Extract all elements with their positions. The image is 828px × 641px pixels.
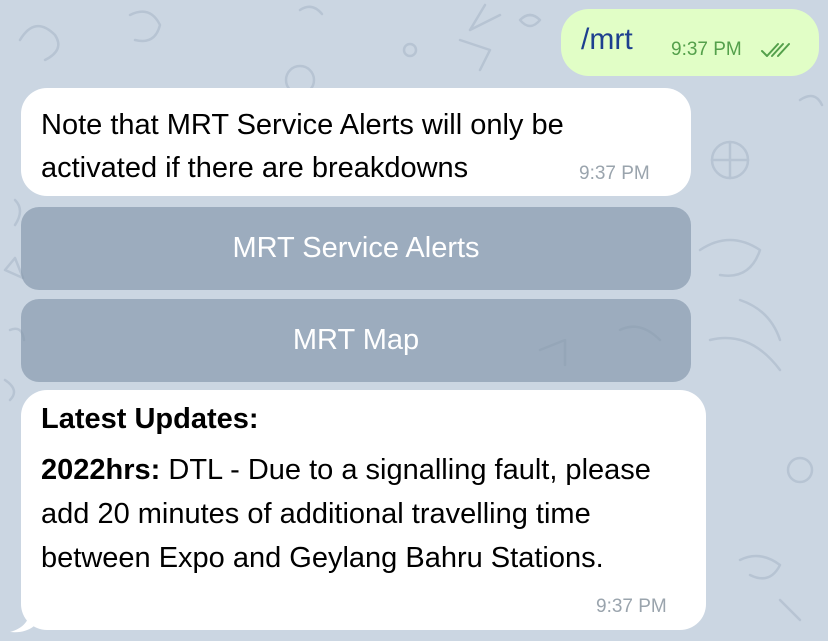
- double-check-icon: [761, 43, 790, 57]
- bot-note-time: 9:37 PM: [579, 163, 650, 184]
- latest-updates-time: 9:37 PM: [596, 596, 667, 617]
- bot-note-message[interactable]: Note that MRT Service Alerts will only b…: [21, 88, 691, 196]
- mrt-map-button[interactable]: MRT Map: [21, 299, 691, 382]
- latest-updates-title: Latest Updates:: [41, 403, 259, 435]
- bubble-tail: [10, 608, 34, 633]
- latest-updates-message[interactable]: Latest Updates: 2022hrs: DTL - Due to a …: [21, 390, 706, 630]
- outgoing-message-time: 9:37 PM: [671, 39, 742, 60]
- outgoing-message-text: /mrt: [581, 23, 633, 56]
- update-time-label: 2022hrs:: [41, 454, 161, 486]
- mrt-service-alerts-button[interactable]: MRT Service Alerts: [21, 207, 691, 290]
- outgoing-message-bubble[interactable]: /mrt 9:37 PM: [561, 9, 819, 76]
- latest-updates-body: 2022hrs: DTL - Due to a signalling fault…: [41, 448, 691, 580]
